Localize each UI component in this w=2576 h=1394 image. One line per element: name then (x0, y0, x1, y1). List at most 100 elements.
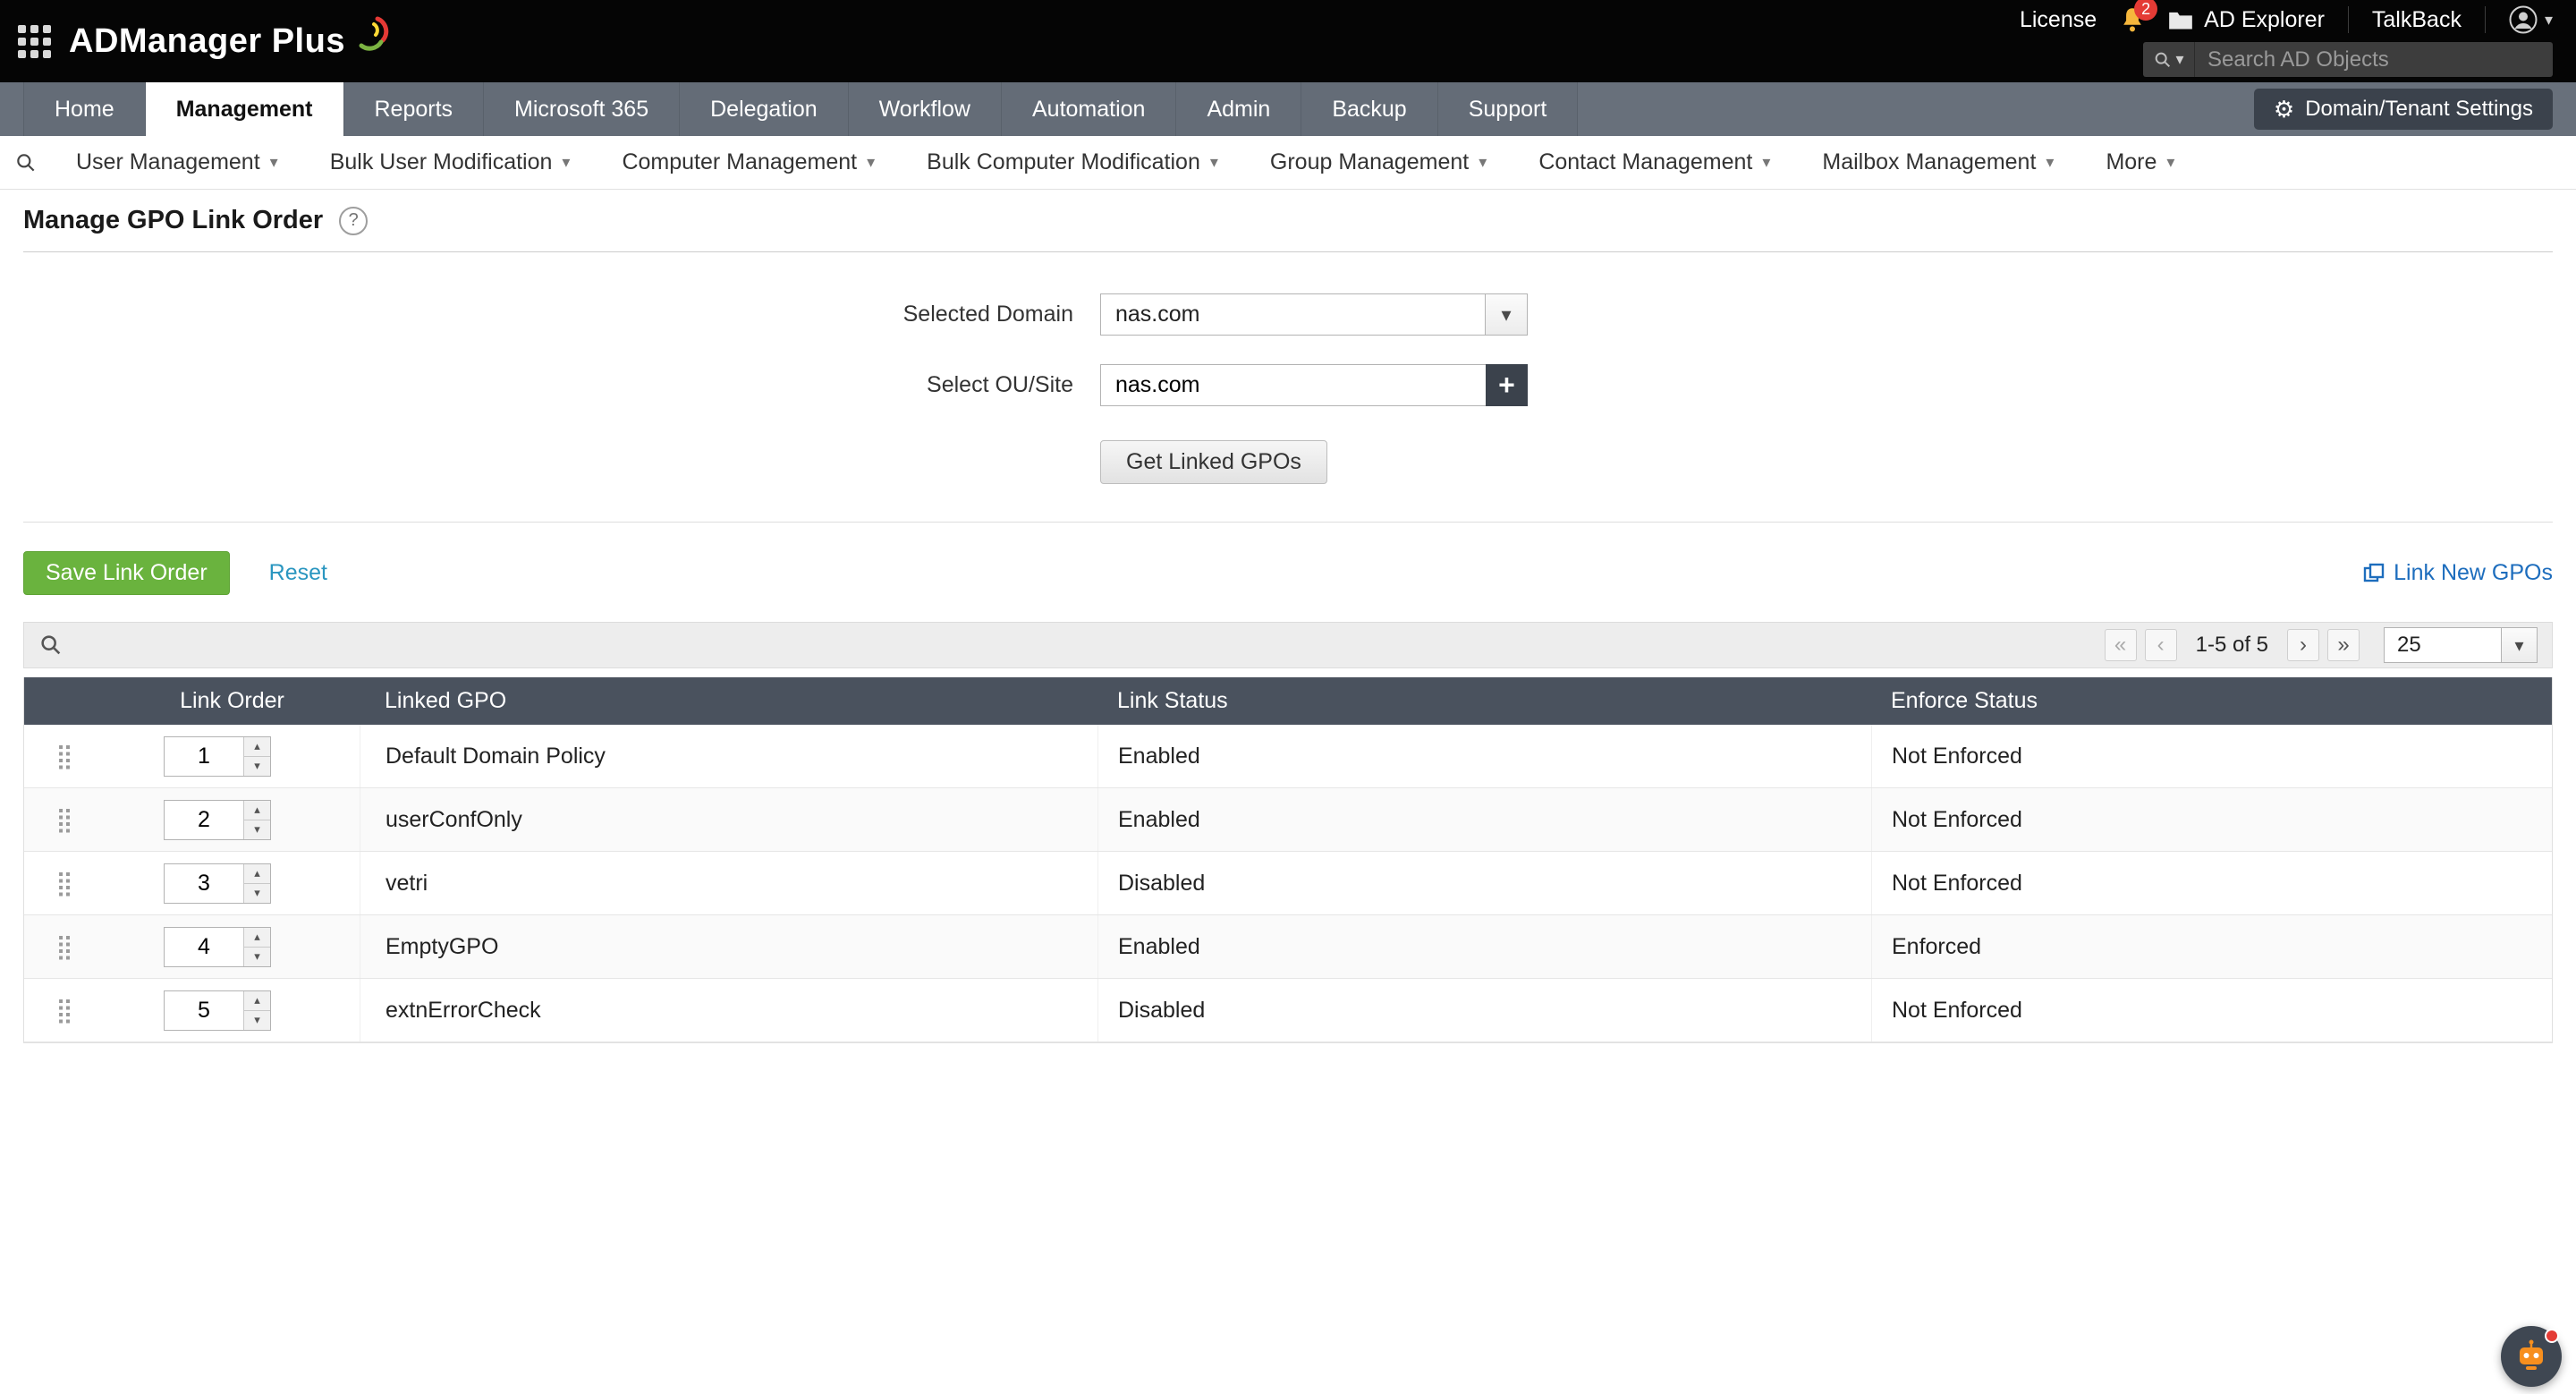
chat-assistant-button[interactable] (2501, 1326, 2562, 1387)
tab-admin[interactable]: Admin (1176, 82, 1301, 136)
menu-computer-management[interactable]: Computer Management▾ (596, 149, 901, 175)
get-linked-gpos-button[interactable]: Get Linked GPOs (1100, 440, 1327, 484)
search-type-selector[interactable]: ▾ (2143, 42, 2195, 77)
header-enforce-status: Enforce Status (1871, 688, 2552, 714)
drag-handle-icon[interactable]: ⣿ (55, 935, 73, 959)
link-order-input[interactable] (165, 928, 243, 966)
pager-next-button[interactable]: › (2287, 629, 2319, 661)
menu-search-button[interactable] (14, 151, 38, 174)
drag-handle-icon[interactable]: ⣿ (55, 744, 73, 769)
add-ou-button[interactable]: + (1486, 364, 1528, 406)
spin-down-icon[interactable]: ▾ (244, 884, 270, 903)
menu-bulk-computer-modification[interactable]: Bulk Computer Modification▾ (901, 149, 1244, 175)
spin-up-icon[interactable]: ▴ (244, 864, 270, 884)
chevron-down-icon: ▾ (2501, 628, 2537, 662)
pager-first-button[interactable]: « (2105, 629, 2137, 661)
enforce-status-cell: Not Enforced (1871, 725, 2552, 787)
tab-support[interactable]: Support (1438, 82, 1579, 136)
page-size-select[interactable]: 25 ▾ (2384, 627, 2538, 663)
notifications-button[interactable]: 2 (2120, 6, 2145, 33)
tab-microsoft-365[interactable]: Microsoft 365 (484, 82, 680, 136)
menu-contact-management[interactable]: Contact Management▾ (1513, 149, 1796, 175)
spin-down-icon[interactable]: ▾ (244, 757, 270, 776)
tab-automation[interactable]: Automation (1002, 82, 1176, 136)
ou-site-input[interactable] (1100, 364, 1486, 406)
link-status-cell: Enabled (1097, 725, 1871, 787)
linked-gpo-cell: userConfOnly (360, 788, 1097, 851)
menu-mailbox-management[interactable]: Mailbox Management▾ (1796, 149, 2080, 175)
tab-management[interactable]: Management (146, 82, 344, 136)
chevron-down-icon: ▾ (562, 153, 570, 172)
link-order-input[interactable] (165, 864, 243, 903)
spin-down-icon[interactable]: ▾ (244, 948, 270, 966)
table-header-row: Link Order Linked GPO Link Status Enforc… (24, 677, 2552, 725)
chevron-down-icon: ▾ (2545, 11, 2553, 30)
spin-down-icon[interactable]: ▾ (244, 1011, 270, 1030)
drag-handle-icon[interactable]: ⣿ (55, 808, 73, 832)
enforce-status-cell: Not Enforced (1871, 788, 2552, 851)
chevron-down-icon: ▾ (1210, 153, 1218, 172)
chevron-down-icon: ▾ (2166, 153, 2174, 172)
license-link[interactable]: License (2020, 7, 2097, 33)
search-input[interactable] (2195, 47, 2553, 72)
apps-grid-icon[interactable] (18, 25, 51, 58)
link-new-gpos-link[interactable]: Link New GPOs (2363, 560, 2553, 586)
tab-delegation[interactable]: Delegation (680, 82, 849, 136)
domain-tenant-settings-button[interactable]: ⚙ Domain/Tenant Settings (2254, 89, 2553, 130)
help-icon[interactable]: ? (339, 207, 368, 235)
talkback-link[interactable]: TalkBack (2372, 7, 2462, 33)
section-divider (23, 522, 2553, 523)
save-link-order-button[interactable]: Save Link Order (23, 551, 230, 595)
search-icon (2153, 50, 2173, 70)
enforce-status-cell: Not Enforced (1871, 852, 2552, 914)
spin-up-icon[interactable]: ▴ (244, 928, 270, 948)
enforce-status-cell: Not Enforced (1871, 979, 2552, 1041)
global-search: ▾ (2143, 42, 2553, 77)
gpo-link-table: Link Order Linked GPO Link Status Enforc… (23, 677, 2553, 1043)
pager-prev-button[interactable]: ‹ (2145, 629, 2177, 661)
chevron-down-icon: ▾ (1485, 294, 1527, 335)
ad-explorer-link[interactable]: AD Explorer (2168, 7, 2325, 33)
link-order-input[interactable] (165, 991, 243, 1030)
gear-icon: ⚙ (2274, 96, 2294, 123)
enforce-status-cell: Enforced (1871, 915, 2552, 978)
spin-up-icon[interactable]: ▴ (244, 737, 270, 757)
menu-user-management[interactable]: User Management▾ (50, 149, 304, 175)
tab-workflow[interactable]: Workflow (849, 82, 1002, 136)
top-bar: ADManager Plus License 2 AD Exp (0, 0, 2576, 82)
tab-reports[interactable]: Reports (344, 82, 485, 136)
table-search-button[interactable] (38, 633, 64, 658)
reset-link[interactable]: Reset (269, 560, 327, 586)
menu-bulk-user-modification[interactable]: Bulk User Modification▾ (304, 149, 597, 175)
link-order-input[interactable] (165, 737, 243, 776)
tab-backup[interactable]: Backup (1301, 82, 1437, 136)
chevron-down-icon: ▾ (2175, 50, 2183, 69)
chevron-down-icon: ▾ (1762, 153, 1770, 172)
tab-home[interactable]: Home (23, 82, 146, 136)
chevron-down-icon: ▾ (2046, 153, 2054, 172)
spin-up-icon[interactable]: ▴ (244, 991, 270, 1011)
drag-handle-icon[interactable]: ⣿ (55, 999, 73, 1023)
selected-domain-select[interactable]: nas.com ▾ (1100, 293, 1528, 336)
chevron-down-icon: ▾ (270, 153, 278, 172)
folder-icon (2168, 9, 2193, 30)
table-row: ⣿ ▴▾ EmptyGPO Enabled Enforced (24, 915, 2552, 979)
selected-domain-value: nas.com (1101, 294, 1485, 335)
link-status-cell: Disabled (1097, 979, 1871, 1041)
user-menu[interactable]: ▾ (2509, 5, 2553, 34)
menu-more[interactable]: More▾ (2080, 149, 2200, 175)
spin-up-icon[interactable]: ▴ (244, 801, 270, 820)
linked-gpo-cell: EmptyGPO (360, 915, 1097, 978)
table-row: ⣿ ▴▾ userConfOnly Enabled Not Enforced (24, 788, 2552, 852)
link-order-input[interactable] (165, 801, 243, 839)
menu-group-management[interactable]: Group Management▾ (1244, 149, 1513, 175)
plus-icon: + (1498, 369, 1515, 402)
spin-down-icon[interactable]: ▾ (244, 820, 270, 839)
pager-last-button[interactable]: » (2327, 629, 2360, 661)
avatar-icon (2509, 5, 2538, 34)
main-nav: Home Management Reports Microsoft 365 De… (0, 82, 2576, 136)
page-title: Manage GPO Link Order (23, 206, 323, 235)
table-row: ⣿ ▴▾ Default Domain Policy Enabled Not E… (24, 725, 2552, 788)
drag-handle-icon[interactable]: ⣿ (55, 871, 73, 896)
robot-icon (2513, 1339, 2549, 1374)
